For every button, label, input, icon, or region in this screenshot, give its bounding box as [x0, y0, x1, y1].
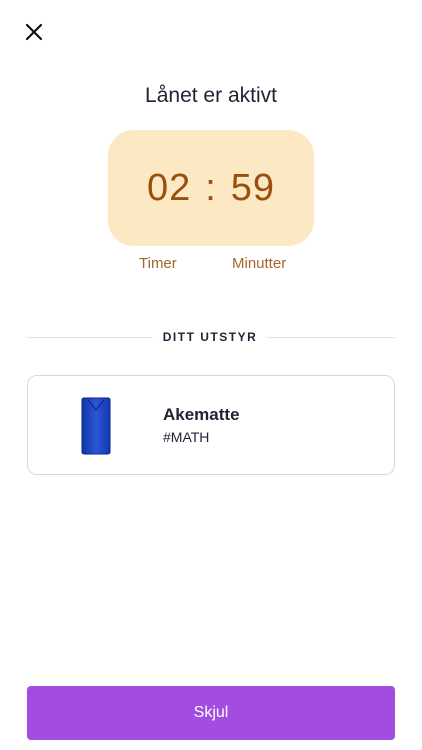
timer-display: 02 : 59	[108, 130, 314, 246]
minutes-label: Minutter	[232, 255, 287, 272]
equipment-tag: #MATH	[163, 429, 210, 445]
timer-separator: :	[205, 166, 217, 209]
close-icon	[25, 23, 43, 41]
section-divider-right	[267, 337, 395, 338]
timer-hours: 02	[146, 166, 192, 209]
timer-minutes: 59	[230, 166, 276, 209]
sled-mat-image	[81, 397, 111, 455]
section-divider-left	[27, 337, 153, 338]
hours-label: Timer	[139, 255, 177, 272]
close-button[interactable]	[22, 20, 46, 44]
section-heading: DITT UTSTYR	[162, 330, 258, 344]
page-title: Lånet er aktivt	[145, 84, 277, 107]
equipment-name: Akematte	[163, 405, 240, 424]
hide-button[interactable]: Skjul	[27, 686, 395, 740]
equipment-card[interactable]: Akematte #MATH	[27, 375, 395, 475]
